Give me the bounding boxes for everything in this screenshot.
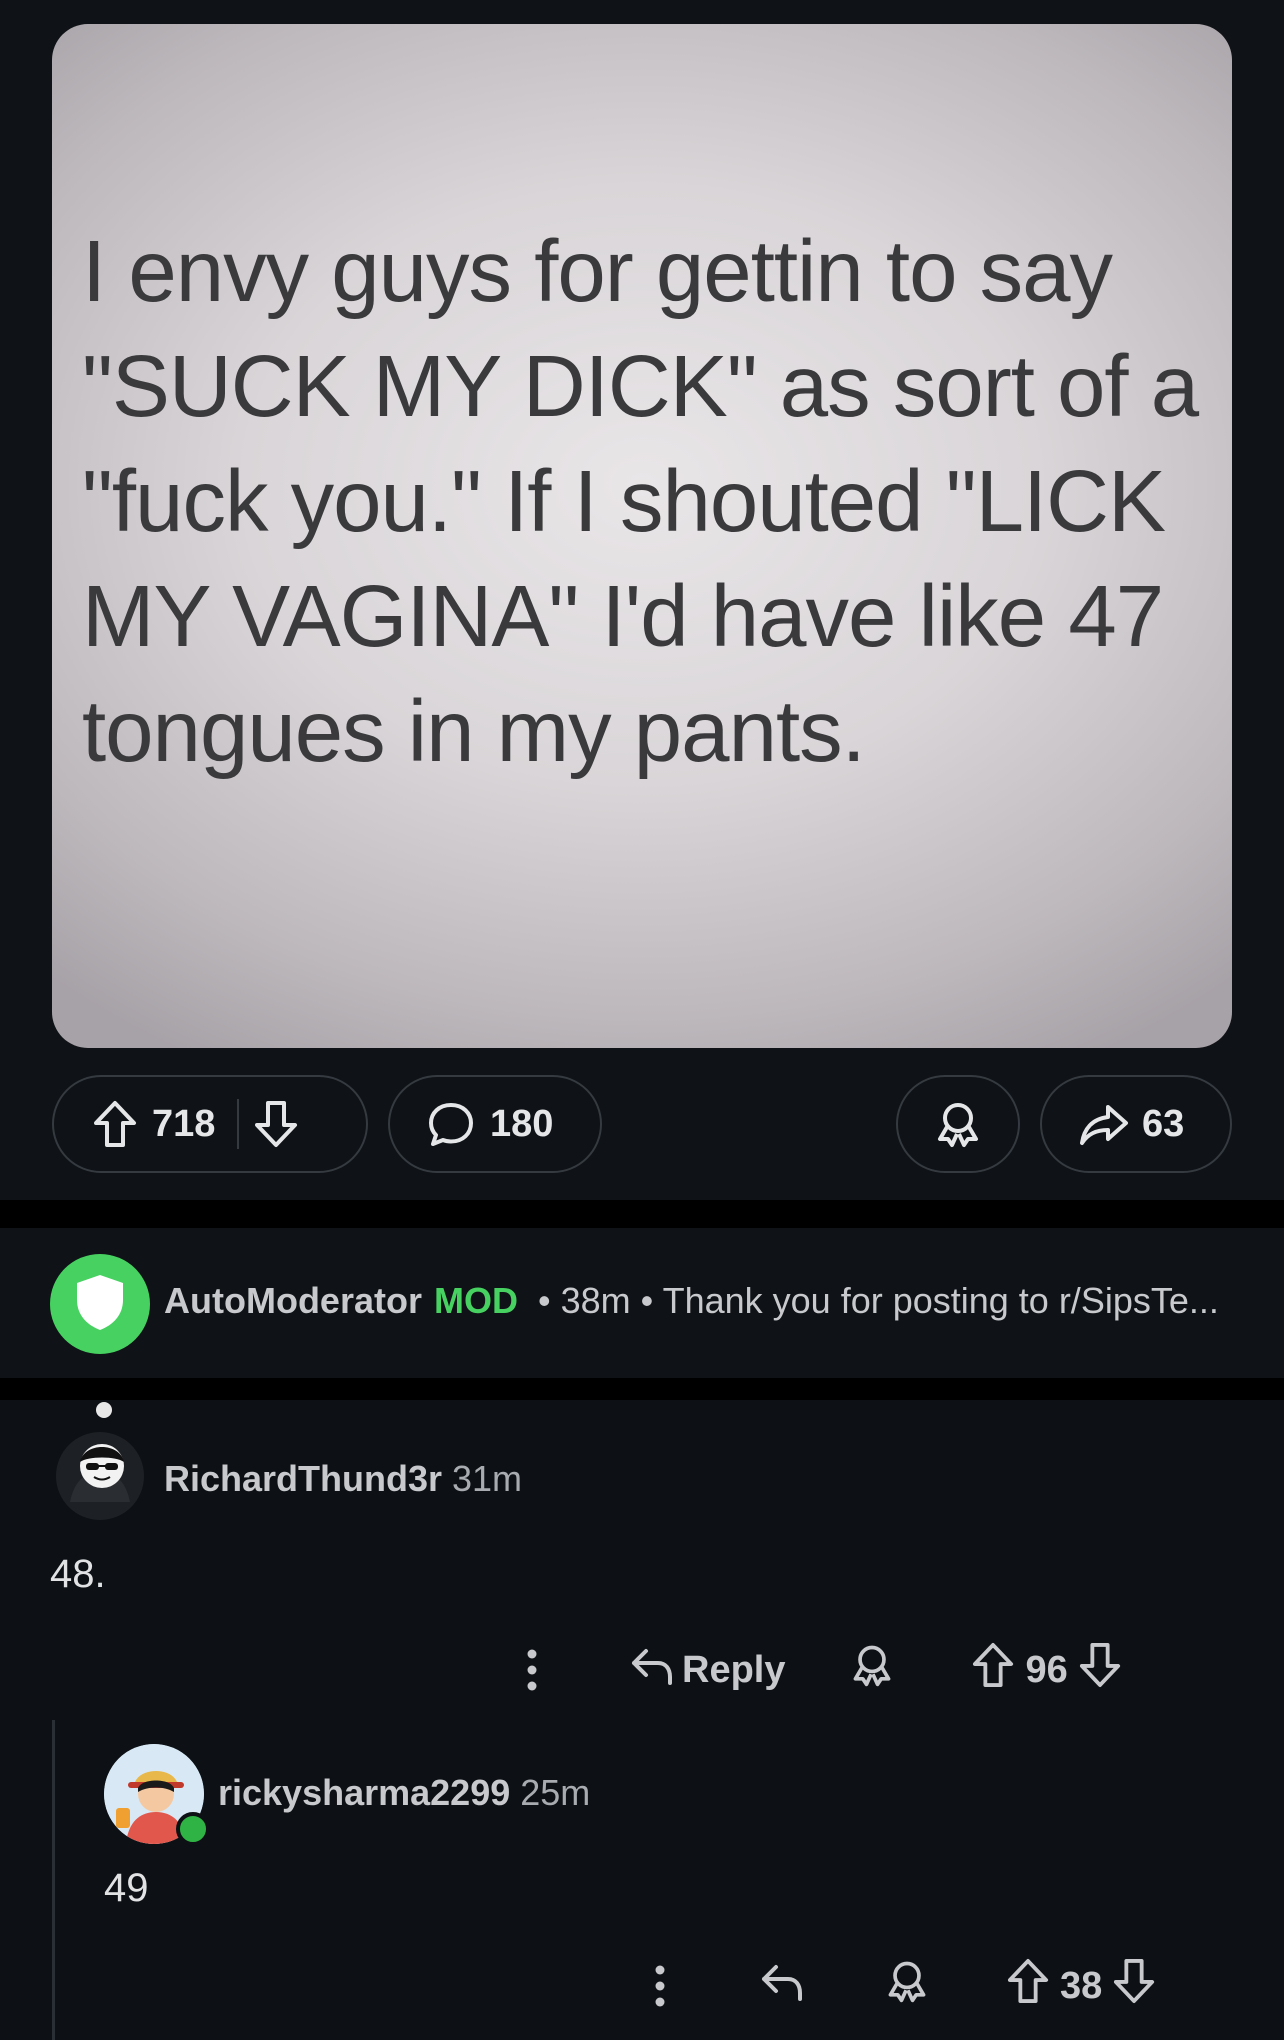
- automod-avatar: [50, 1254, 150, 1354]
- upvote-icon[interactable]: [971, 1641, 1015, 1699]
- downvote-icon[interactable]: [1078, 1641, 1122, 1699]
- comment-username[interactable]: rickysharma2299 25m: [218, 1772, 590, 1814]
- vote-divider: [237, 1099, 240, 1149]
- comment-time: 31m: [452, 1458, 523, 1499]
- upvote-icon[interactable]: [92, 1099, 138, 1149]
- automod-line: AutoModerator MOD • 38m • Thank you for p…: [164, 1280, 1219, 1322]
- online-status-dot: [176, 1812, 210, 1846]
- post-image-text: I envy guys for gettin to say "SUCK MY D…: [82, 223, 1199, 780]
- more-icon[interactable]: [648, 1964, 672, 2008]
- automod-username[interactable]: AutoModerator: [164, 1280, 422, 1321]
- vote-count: 96: [1025, 1648, 1068, 1691]
- more-icon[interactable]: [520, 1648, 544, 1692]
- award-button[interactable]: [896, 1075, 1020, 1173]
- downvote-icon[interactable]: [253, 1099, 299, 1149]
- share-icon: [1078, 1099, 1130, 1149]
- comment-username[interactable]: RichardThund3r 31m: [164, 1458, 522, 1500]
- comment-count: 180: [490, 1102, 554, 1145]
- automod-comment[interactable]: AutoModerator MOD • 38m • Thank you for p…: [0, 1228, 1284, 1378]
- username-text: RichardThund3r: [164, 1458, 443, 1499]
- upvote-count: 718: [152, 1102, 216, 1145]
- separator-1: [0, 1200, 1284, 1228]
- comment-body: 49: [104, 1866, 149, 1910]
- reply-icon: [628, 1643, 674, 1697]
- downvote-icon[interactable]: [1112, 1957, 1156, 2015]
- share-button[interactable]: 63: [1040, 1075, 1232, 1173]
- thread-line[interactable]: [52, 1720, 55, 2040]
- comment-icon: [426, 1099, 476, 1149]
- vote-count: 38: [1060, 1964, 1103, 2007]
- separator-2: [0, 1378, 1284, 1400]
- post-section: I envy guys for gettin to say "SUCK MY D…: [0, 0, 1284, 1200]
- username-text: rickysharma2299: [218, 1772, 511, 1813]
- share-count: 63: [1142, 1102, 1185, 1145]
- vote-pill: 718: [52, 1075, 368, 1173]
- comment-time: 25m: [520, 1772, 591, 1813]
- reply-button[interactable]: Reply: [628, 1643, 785, 1697]
- reply-icon[interactable]: [758, 1959, 804, 2013]
- comment-actions: Reply 96: [520, 1640, 1122, 1700]
- award-icon[interactable]: [884, 1958, 930, 2014]
- shield-icon: [73, 1272, 127, 1337]
- comment-body: 48.: [50, 1552, 106, 1596]
- post-image[interactable]: I envy guys for gettin to say "SUCK MY D…: [52, 24, 1232, 1048]
- avatar[interactable]: [56, 1432, 144, 1520]
- automod-meta: • 38m • Thank you for posting to r/SipsT…: [538, 1280, 1219, 1321]
- comment-actions: 38: [648, 1956, 1156, 2016]
- reply-label: Reply: [682, 1648, 786, 1691]
- unread-dot: [96, 1402, 112, 1418]
- comments-button[interactable]: 180: [388, 1075, 602, 1173]
- upvote-icon[interactable]: [1006, 1957, 1050, 2015]
- comment-thread: RichardThund3r 31m 48. Reply 96 rickysha…: [0, 1400, 1284, 2040]
- award-icon[interactable]: [849, 1642, 895, 1698]
- award-icon: [933, 1099, 983, 1149]
- post-action-bar: 718 180 63: [0, 1075, 1284, 1175]
- mod-badge: MOD: [433, 1280, 518, 1321]
